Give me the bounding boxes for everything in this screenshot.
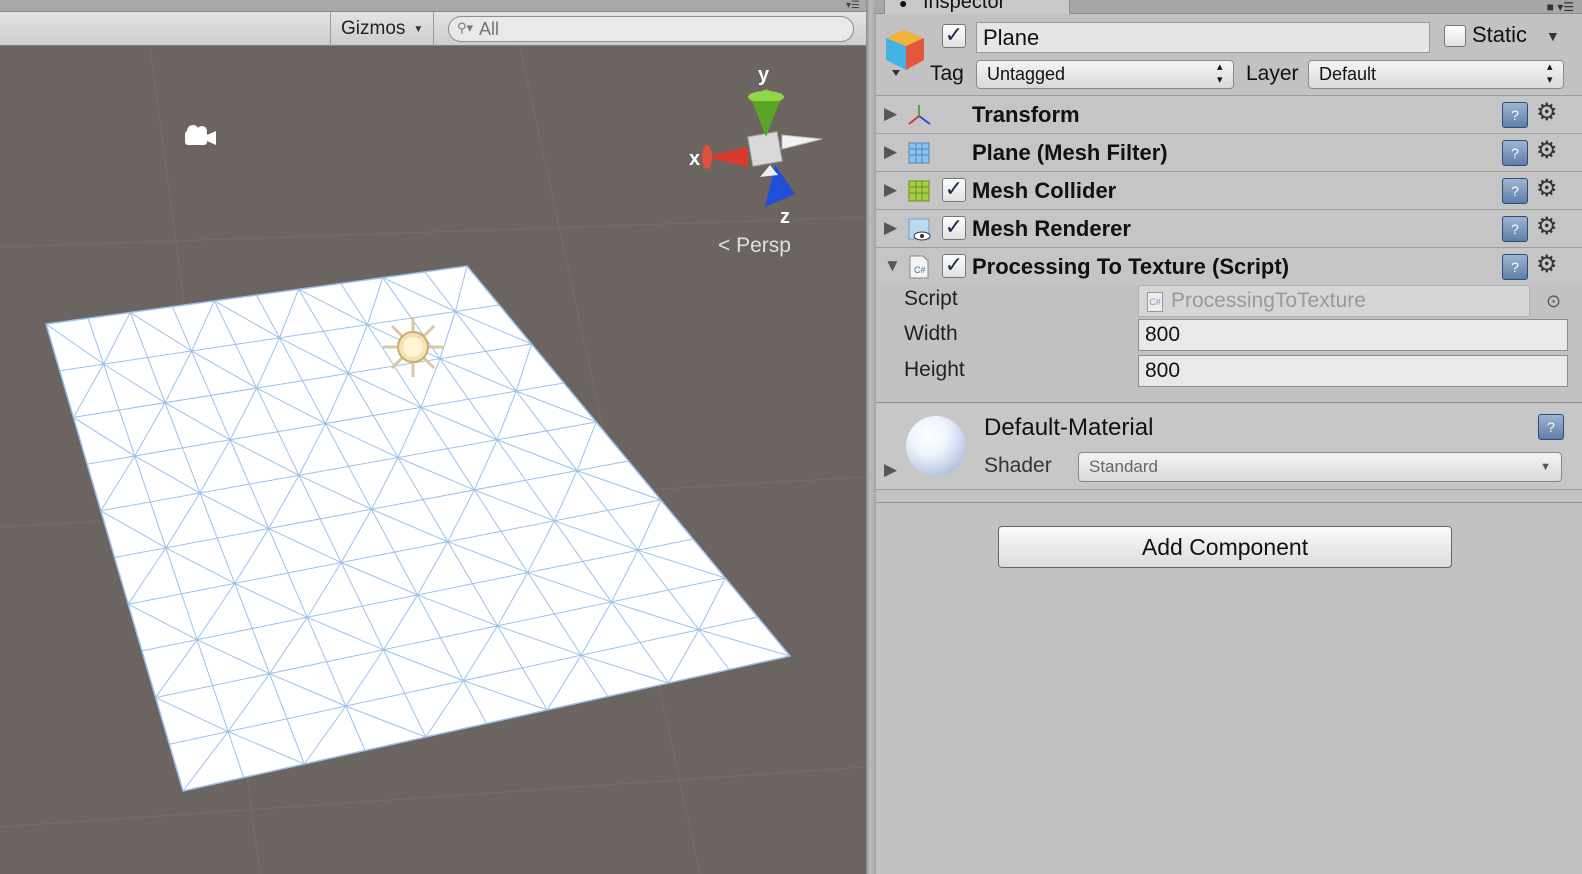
foldout-arrow-icon[interactable]: ▶ (884, 104, 897, 124)
panel-menu-icon[interactable]: ▾☰ (846, 0, 860, 11)
add-component-button[interactable]: Add Component (998, 526, 1452, 568)
gizmos-dropdown[interactable]: Gizmos ▼ (330, 12, 434, 46)
object-name-field[interactable]: Plane (976, 22, 1430, 53)
component-mesh-collider[interactable]: ▶ ✓ Mesh Collider ? ⚙ (876, 172, 1582, 210)
game-object-cube-icon (886, 30, 924, 76)
script-label: Script (904, 287, 958, 310)
component-label: Plane (Mesh Filter) (972, 140, 1168, 165)
scene-search-box[interactable]: ⚲▾ (448, 16, 854, 42)
gizmos-label: Gizmos (341, 18, 406, 39)
component-mesh-filter[interactable]: ▶ Plane (Mesh Filter) ? ⚙ (876, 134, 1582, 172)
component-processing-script[interactable]: ▼ C# ✓ Processing To Texture (Script) ? … (876, 248, 1582, 286)
orientation-gizmo[interactable] (702, 89, 823, 207)
height-label: Height (904, 358, 965, 381)
mesh-collider-icon (908, 180, 930, 202)
static-label: Static (1472, 22, 1528, 47)
info-icon: ● (899, 0, 908, 11)
scene-viewport[interactable] (0, 47, 866, 874)
material-preview-sphere (906, 416, 966, 476)
gear-icon[interactable]: ⚙ (1536, 250, 1558, 279)
object-picker-icon[interactable]: ⊙ (1546, 291, 1561, 312)
component-label: Mesh Collider (972, 178, 1117, 203)
projection-toggle[interactable]: < Persp (718, 234, 791, 258)
axis-z-label[interactable]: z (780, 206, 790, 229)
component-label: Transform (972, 102, 1080, 127)
material-section[interactable]: ▶ Default-Material ? Shader Standard ▼ (876, 404, 1582, 490)
help-icon[interactable]: ? (1502, 254, 1528, 280)
width-label: Width (904, 322, 958, 345)
persp-arrow-icon: < (718, 234, 731, 257)
shader-label: Shader (984, 454, 1052, 477)
divider (876, 502, 1582, 503)
static-checkbox[interactable] (1444, 25, 1466, 47)
help-icon[interactable]: ? (1502, 178, 1528, 204)
layer-value: Default (1319, 64, 1377, 84)
gear-icon[interactable]: ⚙ (1536, 174, 1558, 203)
inspector-tab-bar: ● Inspector ■ ▾☰ (876, 0, 1582, 14)
static-dropdown-icon[interactable]: ▼ (1546, 28, 1560, 44)
chevron-down-icon: ▼ (413, 23, 424, 35)
foldout-arrow-icon[interactable]: ▶ (884, 142, 897, 162)
component-enabled-checkbox[interactable]: ✓ (942, 178, 966, 202)
tab-inspector[interactable]: ● Inspector (884, 0, 1070, 14)
material-name: Default-Material (984, 414, 1154, 441)
mesh-filter-icon (908, 142, 930, 164)
chevron-down-icon: ▼ (1540, 461, 1551, 473)
component-mesh-renderer[interactable]: ▶ ✓ Mesh Renderer ? ⚙ (876, 210, 1582, 248)
foldout-arrow-icon[interactable]: ▶ (884, 218, 897, 238)
game-object-header: ✓ Plane Static ▼ Tag Untagged ▴ ▾ Layer D… (876, 14, 1582, 96)
component-label: Mesh Renderer (972, 216, 1131, 241)
component-transform[interactable]: ▶ Transform ? ⚙ (876, 96, 1582, 134)
shader-value: Standard (1089, 457, 1158, 476)
svg-text:C#: C# (914, 265, 926, 275)
component-label: Processing To Texture (Script) (972, 254, 1290, 279)
gear-icon[interactable]: ⚙ (1536, 212, 1558, 241)
script-properties: Script C# ProcessingToTexture ⊙ Width 80… (876, 285, 1582, 403)
search-icon: ⚲▾ (457, 20, 474, 35)
script-object-field[interactable]: C# ProcessingToTexture (1138, 285, 1530, 317)
tag-dropdown[interactable]: Untagged ▴ ▾ (976, 60, 1234, 89)
panel-menu-icon[interactable]: ■ ▾☰ (1547, 0, 1574, 14)
help-icon[interactable]: ? (1502, 216, 1528, 242)
updown-icon: ▴ ▾ (1547, 61, 1553, 86)
scene-toolbar: Gizmos ▼ ⚲▾ (0, 12, 866, 46)
tab-inspector-label: Inspector (923, 0, 1006, 13)
foldout-arrow-icon[interactable]: ▶ (884, 460, 897, 480)
width-field[interactable]: 800 (1138, 319, 1568, 351)
directional-light-icon[interactable] (383, 317, 443, 377)
help-icon[interactable]: ? (1538, 414, 1564, 440)
help-icon[interactable]: ? (1502, 140, 1528, 166)
camera-icon[interactable] (185, 125, 216, 145)
updown-icon: ▴ ▾ (1217, 61, 1223, 86)
axis-y-label[interactable]: y (758, 64, 769, 87)
tag-label: Tag (930, 62, 964, 85)
foldout-arrow-icon[interactable]: ▶ (884, 180, 897, 200)
axis-x-label[interactable]: x (689, 148, 700, 171)
active-checkbox[interactable]: ✓ (942, 24, 966, 48)
panel-splitter[interactable] (866, 0, 876, 874)
tag-value: Untagged (987, 64, 1066, 84)
script-file-icon: C# (1147, 292, 1163, 312)
inspector-panel: ● Inspector ■ ▾☰ ✓ Plane Static ▼ Tag Un… (876, 0, 1582, 874)
gear-icon[interactable]: ⚙ (1536, 98, 1558, 127)
component-enabled-checkbox[interactable]: ✓ (942, 216, 966, 240)
gear-icon[interactable]: ⚙ (1536, 136, 1558, 165)
shader-dropdown[interactable]: Standard ▼ (1078, 452, 1562, 482)
csharp-script-icon: C# (909, 255, 929, 279)
transform-icon (908, 105, 931, 125)
persp-label: Persp (736, 234, 791, 257)
foldout-open-arrow-icon[interactable]: ▼ (884, 256, 901, 276)
scene-view[interactable]: ▾☰ Gizmos ▼ ⚲▾ All y x z < Persp (0, 0, 866, 874)
layer-label: Layer (1246, 62, 1299, 85)
scene-search-input[interactable] (479, 18, 819, 40)
layer-dropdown[interactable]: Default ▴ ▾ (1308, 60, 1564, 89)
script-value: ProcessingToTexture (1171, 289, 1366, 312)
scene-tab-strip: ▾☰ (0, 0, 866, 12)
mesh-renderer-icon (908, 218, 931, 241)
help-icon[interactable]: ? (1502, 102, 1528, 128)
height-field[interactable]: 800 (1138, 355, 1568, 387)
component-enabled-checkbox[interactable]: ✓ (942, 254, 966, 278)
